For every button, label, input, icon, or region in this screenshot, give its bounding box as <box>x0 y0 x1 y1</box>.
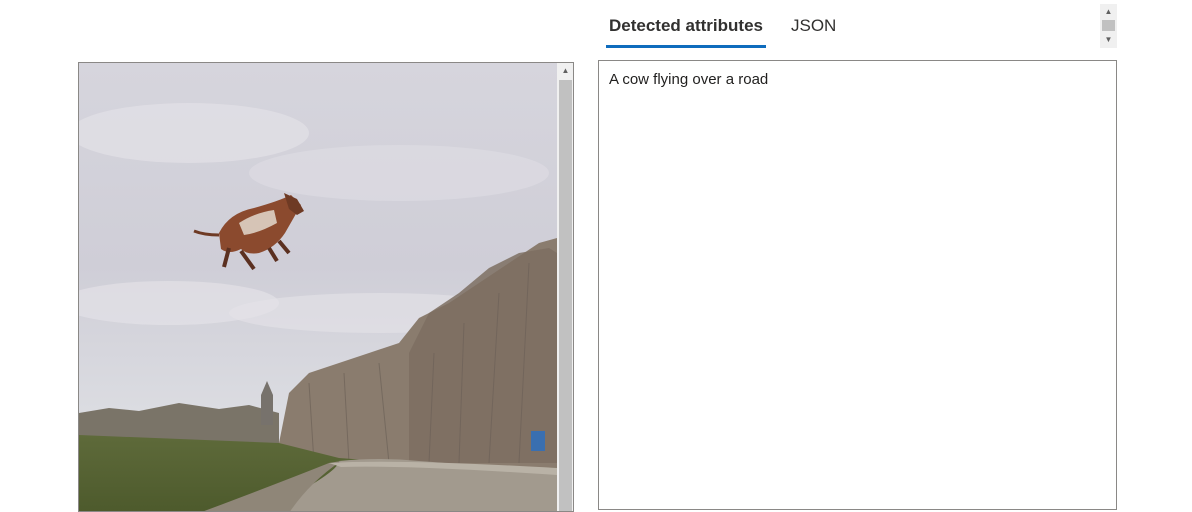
image-scrollbar[interactable]: ▲ <box>557 63 573 511</box>
scroll-up-arrow-icon[interactable]: ▲ <box>1100 6 1117 18</box>
uploaded-image <box>79 63 557 511</box>
scroll-thumb[interactable] <box>559 80 572 511</box>
caption-text: A cow flying over a road <box>609 71 769 88</box>
scroll-thumb[interactable] <box>1102 20 1115 31</box>
tab-detected-attributes[interactable]: Detected attributes <box>606 0 766 48</box>
image-preview-panel: ▲ <box>78 62 574 512</box>
tabs-scrollbar[interactable]: ▲ ▼ <box>1100 4 1117 48</box>
tab-bar: Detected attributes JSON <box>606 0 836 48</box>
detected-attributes-panel: A cow flying over a road <box>598 60 1117 510</box>
tab-json[interactable]: JSON <box>791 0 836 48</box>
scroll-up-arrow-icon[interactable]: ▲ <box>557 65 573 77</box>
scroll-down-arrow-icon[interactable]: ▼ <box>1100 34 1117 46</box>
